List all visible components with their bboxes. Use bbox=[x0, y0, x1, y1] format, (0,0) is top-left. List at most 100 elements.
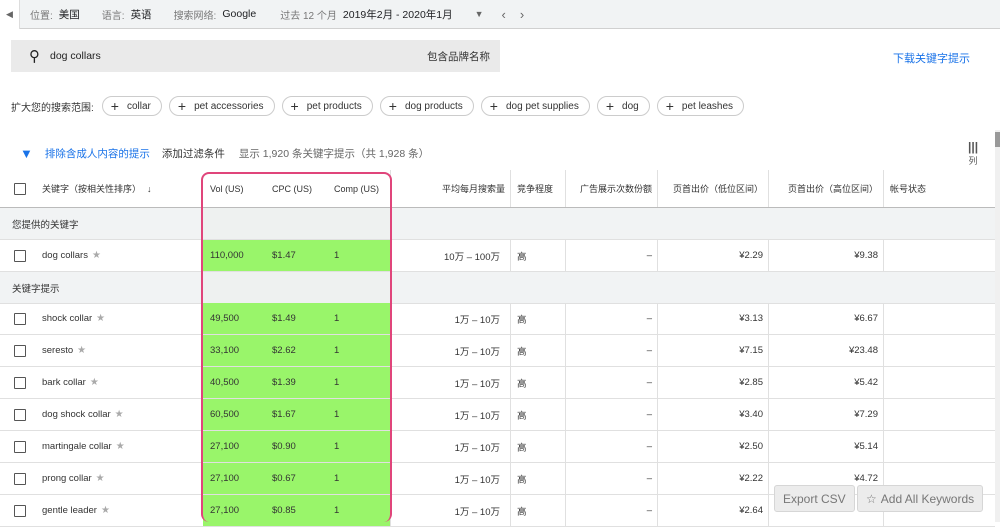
share-cell: – bbox=[646, 505, 652, 516]
column-divider bbox=[565, 367, 566, 398]
section-ideas: 关键字提示 bbox=[0, 272, 995, 304]
brand-toggle[interactable]: 包含品牌名称 bbox=[427, 49, 490, 64]
star-icon[interactable]: ★ bbox=[115, 409, 124, 420]
column-divider bbox=[510, 335, 511, 366]
table-row: bark collar ★ 40,500 $1.39 1 1万 – 10万 高 – ¥2.85 ¥… bbox=[0, 367, 995, 399]
share-cell: – bbox=[646, 441, 652, 452]
exclude-adult-link[interactable]: 排除含成人内容的提示 bbox=[45, 146, 150, 161]
column-divider bbox=[390, 399, 391, 430]
cpc-cell: $1.47 bbox=[272, 250, 296, 261]
vol-cell: 49,500 bbox=[210, 313, 240, 324]
period-value[interactable]: 2019年2月 - 2020年1月 bbox=[343, 7, 453, 22]
star-icon[interactable]: ★ bbox=[116, 441, 125, 452]
row-checkbox[interactable] bbox=[14, 473, 26, 485]
language-value[interactable]: 英语 bbox=[131, 7, 152, 22]
column-divider bbox=[768, 495, 769, 526]
avg-cell: 1万 – 10万 bbox=[454, 410, 500, 422]
star-icon[interactable]: ★ bbox=[96, 313, 105, 324]
header-vol[interactable]: Vol (US) bbox=[210, 170, 265, 207]
section-provided: 您提供的关键字 bbox=[0, 208, 995, 240]
column-divider bbox=[565, 463, 566, 494]
keyword-text: prong collar bbox=[42, 473, 92, 484]
header-impression-share[interactable]: 广告展示次数份额 bbox=[565, 170, 652, 207]
select-all-checkbox[interactable] bbox=[14, 183, 26, 195]
header-account-status[interactable]: 帐号状态 bbox=[890, 170, 990, 207]
row-checkbox[interactable] bbox=[14, 313, 26, 325]
star-icon[interactable]: ★ bbox=[92, 250, 101, 261]
row-checkbox[interactable] bbox=[14, 409, 26, 421]
column-divider bbox=[657, 335, 658, 366]
column-divider bbox=[883, 335, 884, 366]
row-checkbox[interactable] bbox=[14, 250, 26, 262]
export-csv-button[interactable]: Export CSV bbox=[774, 485, 855, 512]
keyword-search[interactable]: ⚲ dog collars 包含品牌名称 bbox=[11, 40, 500, 72]
cpc-cell: $1.67 bbox=[272, 409, 296, 420]
star-icon[interactable]: ★ bbox=[101, 505, 110, 516]
header-cpc[interactable]: CPC (US) bbox=[272, 170, 327, 207]
suggestion-chip[interactable]: + pet leashes bbox=[656, 96, 745, 116]
header-competition[interactable]: 竞争程度 bbox=[517, 170, 562, 207]
column-divider bbox=[883, 431, 884, 462]
collapse-icon[interactable]: ◀ bbox=[0, 0, 20, 29]
vol-cell: 40,500 bbox=[210, 377, 240, 388]
column-divider bbox=[657, 495, 658, 526]
row-checkbox[interactable] bbox=[14, 345, 26, 357]
download-link[interactable]: 下载关键字提示 bbox=[893, 50, 970, 66]
add-filter-button[interactable]: 添加过滤条件 bbox=[162, 146, 225, 161]
location-value[interactable]: 美国 bbox=[59, 7, 80, 22]
low-cell: ¥2.85 bbox=[739, 377, 763, 388]
column-divider bbox=[768, 431, 769, 462]
section-label: 关键字提示 bbox=[12, 283, 60, 295]
chip-label: dog products bbox=[404, 100, 463, 112]
column-divider bbox=[510, 303, 511, 334]
star-icon[interactable]: ★ bbox=[77, 345, 86, 356]
dropdown-icon[interactable]: ▼ bbox=[475, 9, 484, 19]
suggestion-chip[interactable]: + dog pet supplies bbox=[480, 96, 590, 116]
high-cell: ¥6.67 bbox=[854, 313, 878, 324]
add-all-keywords-button[interactable]: ☆ Add All Keywords bbox=[857, 485, 984, 512]
suggestion-chip[interactable]: + dog products bbox=[379, 96, 474, 116]
next-icon[interactable]: › bbox=[520, 7, 524, 22]
comp-cell: 1 bbox=[334, 345, 340, 356]
column-divider bbox=[768, 367, 769, 398]
header-avg-searches[interactable]: 平均每月搜索量 bbox=[390, 170, 505, 207]
add-all-label: Add All Keywords bbox=[880, 491, 975, 506]
share-cell: – bbox=[646, 377, 652, 388]
keyword-cell: gentle leader ★ bbox=[42, 495, 202, 526]
table-header: 关键字（按相关性排序） ↓ Vol (US) CPC (US) Comp (US) 平均… bbox=[0, 170, 995, 208]
column-divider bbox=[883, 399, 884, 430]
broaden-label: 扩大您的搜索范围: bbox=[11, 102, 94, 114]
columns-button[interactable]: ||| 列 bbox=[968, 140, 978, 167]
column-divider bbox=[390, 303, 391, 334]
column-divider bbox=[510, 463, 511, 494]
scrollbar[interactable] bbox=[995, 130, 1000, 522]
avg-cell: 1万 – 10万 bbox=[454, 314, 500, 326]
sort-arrow-icon[interactable]: ↓ bbox=[147, 184, 152, 194]
high-cell: ¥5.42 bbox=[854, 377, 878, 388]
header-high-bid[interactable]: 页首出价（高位区间） bbox=[768, 170, 878, 207]
comp-cell: 1 bbox=[334, 409, 340, 420]
level-cell: 高 bbox=[517, 442, 527, 454]
column-divider bbox=[390, 463, 391, 494]
suggestion-chip[interactable]: + dog bbox=[596, 96, 650, 116]
header-comp[interactable]: Comp (US) bbox=[334, 170, 389, 207]
search-input[interactable]: dog collars bbox=[50, 50, 427, 62]
row-checkbox[interactable] bbox=[14, 505, 26, 517]
row-checkbox[interactable] bbox=[14, 441, 26, 453]
header-keyword[interactable]: 关键字（按相关性排序） ↓ bbox=[42, 170, 202, 207]
header-low-bid[interactable]: 页首出价（低位区间） bbox=[657, 170, 763, 207]
star-icon[interactable]: ★ bbox=[90, 377, 99, 388]
keyword-text: gentle leader bbox=[42, 505, 97, 516]
prev-icon[interactable]: ‹ bbox=[502, 7, 506, 22]
filter-icon[interactable]: ▼ bbox=[20, 146, 33, 161]
row-checkbox[interactable] bbox=[14, 377, 26, 389]
comp-cell: 1 bbox=[334, 250, 340, 261]
suggestion-chip[interactable]: + collar bbox=[101, 96, 162, 116]
column-divider bbox=[510, 495, 511, 526]
network-value[interactable]: Google bbox=[222, 8, 256, 20]
star-icon[interactable]: ★ bbox=[96, 473, 105, 484]
column-divider bbox=[768, 170, 769, 207]
suggestion-chip[interactable]: + pet accessories bbox=[168, 96, 275, 116]
suggestion-chip[interactable]: + pet products bbox=[281, 96, 373, 116]
keyword-text: dog collars bbox=[42, 250, 88, 261]
